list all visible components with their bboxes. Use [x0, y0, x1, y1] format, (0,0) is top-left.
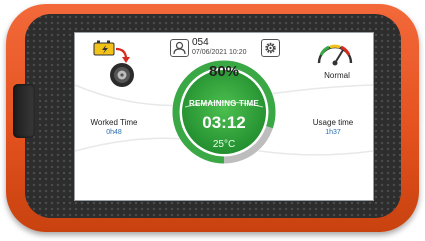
- worked-time-value: 0h48: [106, 129, 122, 136]
- settings-button[interactable]: [261, 39, 280, 57]
- date-time: 07/06/2021 10:20: [192, 49, 247, 56]
- usage-time-value: 1h37: [325, 129, 341, 136]
- display-screen: 054 07/06/2021 10:20 Normal 80% REMAININ…: [74, 32, 374, 201]
- usage-time-label: Usage time: [312, 118, 354, 127]
- user-number: 054: [192, 37, 209, 48]
- worked-time-label: Worked Time: [90, 118, 138, 127]
- remaining-time-label: REMAINING TIME: [189, 99, 259, 108]
- temperature-value: 25°C: [212, 139, 236, 150]
- gear-icon: [265, 42, 276, 54]
- charge-percent: 80%: [208, 63, 240, 80]
- speed-gauge-icon: [317, 44, 353, 66]
- user-button[interactable]: [170, 39, 189, 57]
- power-button[interactable]: [13, 84, 35, 138]
- user-icon: [173, 41, 186, 55]
- battery-charging-tire-icon: [93, 40, 134, 87]
- remaining-time-value: 03:12: [202, 113, 246, 132]
- machine-status: Normal: [324, 71, 350, 80]
